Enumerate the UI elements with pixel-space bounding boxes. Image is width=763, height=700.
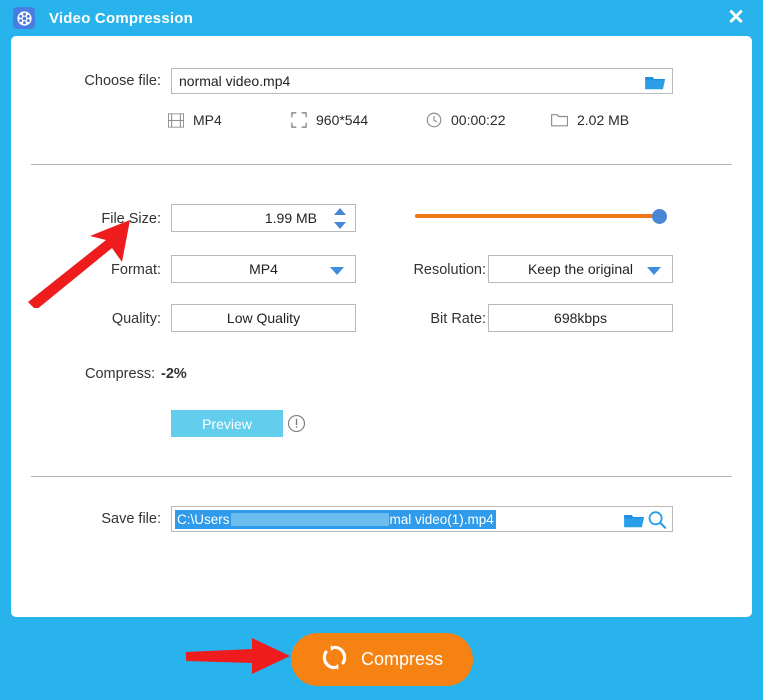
slider-track bbox=[415, 214, 663, 218]
meta-size-text: 2.02 MB bbox=[577, 112, 630, 128]
exclamation-circle-icon[interactable] bbox=[287, 414, 306, 433]
quality-label: Quality: bbox=[111, 311, 161, 327]
refresh-sync-icon bbox=[321, 644, 348, 676]
preview-button[interactable]: Preview bbox=[171, 410, 283, 437]
resolution-label: Resolution: bbox=[413, 262, 486, 278]
divider-top bbox=[31, 164, 732, 165]
resolution-value: Keep the original bbox=[527, 261, 634, 277]
stepper-down-icon[interactable] bbox=[334, 222, 346, 229]
save-file-actions bbox=[623, 510, 667, 531]
file-size-slider[interactable] bbox=[415, 206, 673, 226]
chevron-down-icon[interactable] bbox=[330, 267, 344, 275]
choose-file-input[interactable]: normal video.mp4 bbox=[171, 68, 673, 94]
meta-resolution: 960*544 bbox=[291, 112, 368, 128]
meta-resolution-text: 960*544 bbox=[316, 112, 369, 128]
resolution-select[interactable]: Keep the original bbox=[488, 255, 673, 283]
file-size-input[interactable]: 1.99 MB bbox=[171, 204, 356, 232]
file-size-stepper[interactable] bbox=[333, 208, 347, 229]
quality-field[interactable]: Low Quality bbox=[171, 304, 356, 332]
meta-size: 2.02 MB bbox=[551, 112, 629, 128]
save-file-input[interactable]: C:\Users mal video(1).mp4 bbox=[171, 506, 673, 532]
compress-ratio-value: -2% bbox=[161, 366, 187, 382]
close-icon[interactable]: ✕ bbox=[723, 6, 749, 30]
bitrate-label: Bit Rate: bbox=[430, 311, 486, 327]
window-title: Video Compression bbox=[49, 9, 193, 27]
folder-open-icon[interactable] bbox=[623, 511, 645, 531]
quality-value: Low Quality bbox=[226, 310, 301, 326]
slider-thumb[interactable] bbox=[652, 209, 667, 224]
format-select[interactable]: MP4 bbox=[171, 255, 356, 283]
compress-button[interactable]: Compress bbox=[291, 633, 473, 686]
file-metadata-row: MP4 960*544 00:00:22 2.02 MB bbox=[11, 112, 752, 136]
meta-format: MP4 bbox=[168, 112, 222, 128]
save-file-label: Save file: bbox=[101, 511, 161, 527]
compress-ratio-label: Compress: bbox=[85, 366, 156, 382]
folder-icon bbox=[551, 114, 568, 127]
film-reel-icon bbox=[13, 7, 35, 29]
folder-open-icon[interactable] bbox=[644, 73, 666, 96]
meta-duration-text: 00:00:22 bbox=[451, 112, 506, 128]
choose-file-label: Choose file: bbox=[84, 73, 161, 89]
format-value: MP4 bbox=[249, 261, 278, 277]
resize-icon bbox=[291, 112, 307, 128]
redacted-path-block bbox=[230, 513, 389, 526]
chevron-down-icon[interactable] bbox=[647, 267, 661, 275]
divider-bottom bbox=[31, 476, 732, 477]
file-size-value: 1.99 MB bbox=[264, 210, 317, 226]
save-path-prefix: C:\Users bbox=[177, 512, 230, 527]
stepper-up-icon[interactable] bbox=[334, 208, 346, 215]
format-label: Format: bbox=[111, 262, 161, 278]
bitrate-value: 698kbps bbox=[554, 310, 607, 326]
choose-file-value: normal video.mp4 bbox=[179, 73, 291, 89]
clock-icon bbox=[426, 112, 442, 128]
file-size-label: File Size: bbox=[101, 211, 161, 227]
dialog-card: Choose file: normal video.mp4 MP4 960*54… bbox=[11, 36, 752, 617]
compress-button-label: Compress bbox=[360, 649, 444, 669]
bitrate-field[interactable]: 698kbps bbox=[488, 304, 673, 332]
meta-format-text: MP4 bbox=[193, 112, 222, 128]
save-file-path: C:\Users mal video(1).mp4 bbox=[175, 510, 496, 529]
film-strip-icon bbox=[168, 112, 184, 128]
save-path-suffix: mal video(1).mp4 bbox=[389, 512, 494, 527]
magnifier-icon[interactable] bbox=[647, 510, 667, 531]
arrow-to-compress-button bbox=[186, 638, 290, 674]
title-bar: Video Compression ✕ bbox=[0, 0, 763, 36]
meta-duration: 00:00:22 bbox=[426, 112, 506, 128]
